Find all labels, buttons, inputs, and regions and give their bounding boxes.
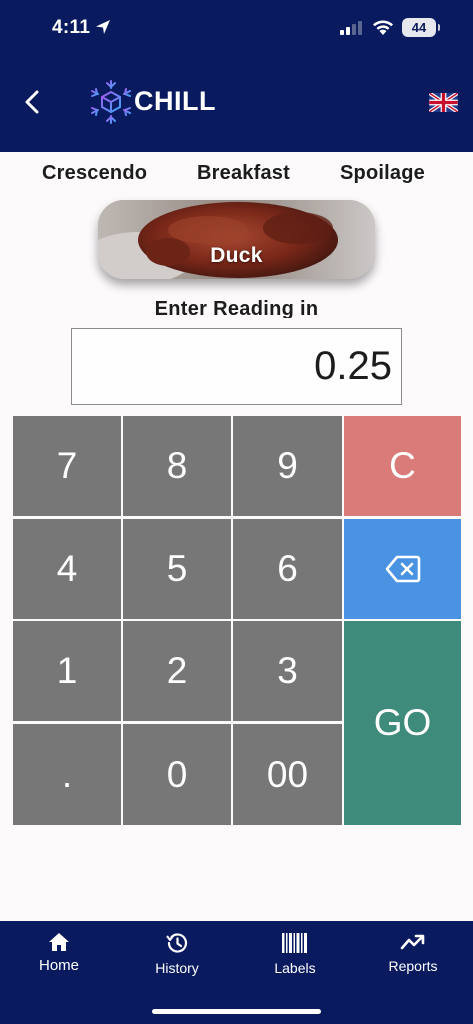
back-button[interactable]: [18, 86, 46, 118]
status-time: 4:11: [52, 17, 91, 38]
home-icon: [49, 933, 69, 951]
category-breakfast[interactable]: Breakfast: [197, 162, 290, 185]
key-8[interactable]: 8: [123, 416, 231, 516]
snowflake-cube-logo: [91, 80, 131, 124]
key-0[interactable]: 0: [123, 724, 231, 825]
category-crescendo[interactable]: Crescendo: [42, 162, 147, 185]
uk-flag-icon[interactable]: [429, 93, 458, 112]
tab-home[interactable]: Home: [4, 921, 114, 1001]
trend-chart-icon: [400, 934, 425, 950]
location-arrow-icon: [96, 20, 110, 34]
key-3[interactable]: 3: [233, 621, 342, 721]
history-icon: [166, 933, 188, 953]
battery-indicator: 44: [402, 18, 440, 37]
home-indicator: [152, 1009, 321, 1014]
food-name: Duck: [210, 244, 263, 267]
tab-labels[interactable]: Labels: [240, 921, 350, 1001]
go-button[interactable]: GO: [344, 621, 461, 825]
key-4[interactable]: 4: [13, 519, 121, 619]
key-6[interactable]: 6: [233, 519, 342, 619]
food-item-card[interactable]: Duck: [98, 200, 375, 279]
key-decimal[interactable]: .: [13, 724, 121, 825]
backspace-icon: [385, 555, 420, 583]
tab-reports[interactable]: Reports: [358, 921, 468, 1001]
app-header: 4:11 44 CHILL: [0, 0, 473, 152]
key-9[interactable]: 9: [233, 416, 342, 516]
key-1[interactable]: 1: [13, 621, 121, 721]
numeric-keypad: 7 8 9 C 4 5 6 1 2 3 GO . 0 00: [13, 416, 461, 825]
tab-history[interactable]: History: [122, 921, 232, 1001]
reading-input[interactable]: 0.25: [71, 328, 402, 405]
key-5[interactable]: 5: [123, 519, 231, 619]
category-spoilage[interactable]: Spoilage: [340, 162, 425, 185]
key-7[interactable]: 7: [13, 416, 121, 516]
category-tabs: Crescendo Breakfast Spoilage: [0, 160, 473, 190]
key-2[interactable]: 2: [123, 621, 231, 721]
reading-label: Enter Reading in: [154, 298, 319, 318]
cellular-signal-icon: [340, 21, 362, 35]
key-00[interactable]: 00: [233, 724, 342, 825]
wifi-icon: [373, 20, 393, 35]
backspace-button[interactable]: [344, 519, 461, 619]
brand-name: CHILL: [134, 86, 216, 116]
clear-button[interactable]: C: [344, 416, 461, 516]
barcode-icon: [282, 933, 307, 953]
